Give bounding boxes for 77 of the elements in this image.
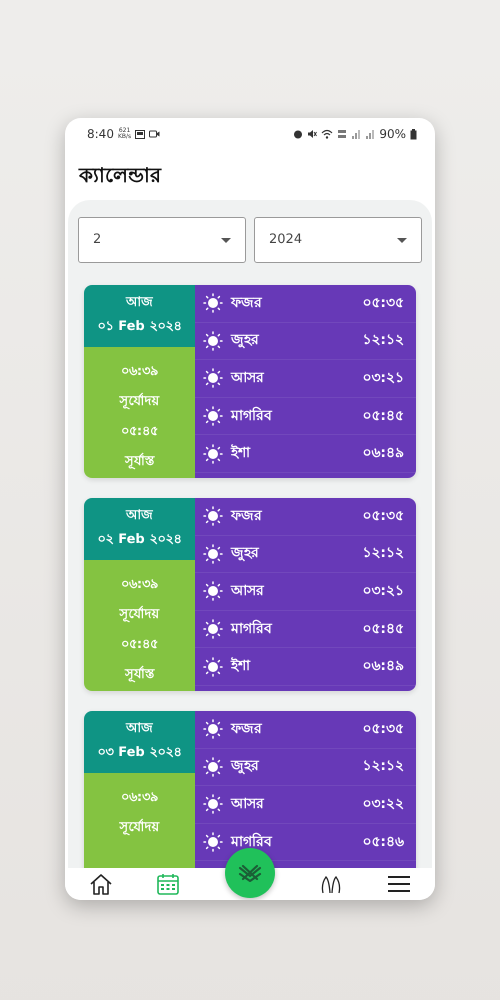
prayer-name: আসর (231, 368, 266, 388)
prayer-time: ০৫:৪৬ (362, 832, 404, 852)
sun-icon (203, 756, 223, 777)
prayer-name: জুহর (231, 757, 260, 776)
prayer-name: ফজর (231, 294, 264, 313)
prayer-name: মাগরিব (231, 832, 274, 852)
status-time: 8:40 (87, 126, 114, 143)
sunset-time: ০৫:৪৫ (120, 636, 160, 654)
prayer-name: আসর (231, 582, 266, 601)
sun-icon (203, 444, 223, 464)
prayer-name: ফজর (231, 720, 264, 739)
prayer-name: জুহর (231, 331, 260, 350)
mute-icon (307, 129, 318, 139)
sun-icon (203, 794, 223, 814)
sun-icon (203, 544, 223, 564)
date-text: ০৩ Feb ২০২৪ (96, 744, 182, 762)
battery-percent: 90% (379, 126, 406, 143)
prayer-time: ০৩:২২ (362, 794, 404, 814)
sunrise-label: সূর্যোদয় (118, 392, 161, 412)
prayer-name: জুহর (231, 544, 260, 564)
sun-icon (203, 406, 223, 426)
sunset-time: ০৫:৪৫ (120, 423, 160, 441)
sun-icon (203, 832, 223, 852)
dropdown[interactable]: 2024 (254, 217, 422, 263)
gallery-icon (135, 130, 146, 138)
prayer-time: ১২:১২ (362, 544, 404, 564)
sun-icon (203, 293, 223, 314)
prayer-time: ০৫:৩৫ (362, 294, 404, 313)
calendar-icon[interactable] (157, 873, 179, 895)
prayer-time: ০৫:৩৫ (362, 720, 404, 739)
prayer-time: ০৬:৪৯ (362, 657, 404, 676)
prayer-time: ০৫:৪৫ (362, 406, 404, 426)
signal-icon (365, 129, 376, 139)
prayer-name: মাগরিব (231, 406, 274, 426)
battery-icon (410, 128, 417, 140)
prayer-time: ০৩:২১ (362, 582, 404, 601)
wifi-icon (321, 129, 334, 139)
page-title: ক্যালেন্ডার (79, 162, 161, 189)
sun-icon (203, 719, 223, 740)
prayer-time: ১২:১২ (362, 757, 404, 776)
video-icon (149, 130, 160, 138)
open-book-icon[interactable] (238, 864, 262, 882)
dropdown[interactable]: 2 (78, 217, 246, 263)
sun-icon (203, 656, 223, 677)
prayer-name: আসর (231, 794, 266, 814)
sunrise-time: ০৬:৩৯ (120, 789, 160, 807)
prayer-time: ০৫:৪৫ (362, 620, 404, 639)
sunrise-label: সূর্যোদয় (118, 604, 161, 624)
sunset-label: সূর্যাস্ত (124, 664, 156, 684)
sun-icon (203, 581, 223, 602)
sunrise-time: ০৬:৩৯ (120, 576, 160, 594)
praying-hands-icon[interactable] (319, 874, 343, 894)
prayer-name: ইশা (231, 656, 252, 676)
today-label: আজ (124, 507, 154, 525)
prayer-time: ১২:১২ (362, 331, 404, 350)
home-icon[interactable] (89, 873, 113, 895)
prayer-name: মাগরিব (231, 618, 274, 639)
signal-icon (351, 129, 362, 139)
dropdown-caret-icon (221, 238, 231, 242)
date-text: ০২ Feb ২০২৪ (96, 531, 182, 549)
today-label: আজ (124, 720, 154, 738)
prayer-time: ০৬:৪৯ (362, 444, 404, 464)
sun-icon (203, 330, 223, 351)
sunrise-label: সূর্যোদয় (118, 818, 161, 838)
prayer-name: ইশা (231, 443, 252, 464)
date-text: ০১ Feb ২০২৪ (96, 318, 182, 336)
dropdown-caret-icon (397, 238, 407, 242)
sun-icon (203, 619, 223, 640)
prayer-name: ফজর (231, 506, 264, 526)
sunrise-time: ০৬:৩৯ (120, 363, 160, 381)
today-label: আজ (124, 294, 154, 312)
menu-icon[interactable] (387, 875, 411, 893)
sun-icon (203, 368, 223, 388)
sunset-label: সূর্যাস্ত (124, 452, 156, 472)
prayer-time: ০৩:২১ (362, 368, 404, 388)
sun-icon (203, 506, 223, 526)
prayer-time: ০৫:৩৫ (362, 506, 404, 526)
